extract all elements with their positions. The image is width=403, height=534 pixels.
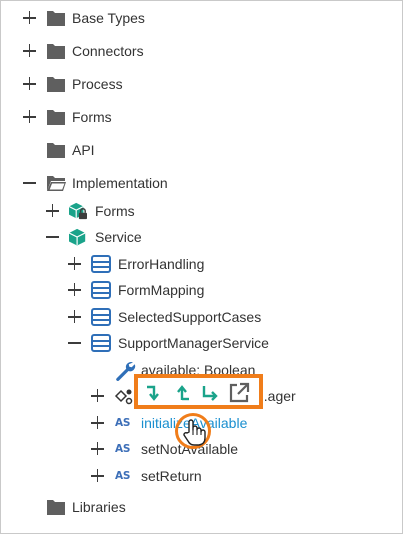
project-tree-panel: Base Types Connectors Process Forms API xyxy=(0,0,403,534)
tree-item-connectors[interactable]: Connectors xyxy=(1,38,402,64)
step-into-icon[interactable] xyxy=(142,381,166,405)
tree-item-libraries[interactable]: Libraries xyxy=(1,494,402,520)
tree-item-label: SelectedSupportCases xyxy=(118,309,262,325)
folder-icon xyxy=(47,44,65,59)
tree-item-selected-support-cases[interactable]: SelectedSupportCases xyxy=(1,304,402,330)
debug-toolbar xyxy=(134,374,263,409)
tree-item-set-return[interactable]: AS setReturn xyxy=(1,463,402,489)
script-icon: AS xyxy=(115,443,131,455)
folder-open-icon xyxy=(47,176,66,191)
step-out-icon[interactable] xyxy=(170,381,194,405)
tree-item-api[interactable]: API xyxy=(1,137,402,163)
tree-item-support-manager-service[interactable]: SupportManagerService xyxy=(1,330,402,356)
expand-icon[interactable] xyxy=(91,416,105,430)
expand-icon[interactable] xyxy=(91,442,105,456)
open-in-new-icon[interactable] xyxy=(227,381,251,405)
locked-package-icon xyxy=(68,202,87,220)
tree-item-impl-forms[interactable]: Forms xyxy=(1,198,402,224)
class-icon xyxy=(91,334,111,352)
tree-item-label: ErrorHandling xyxy=(118,256,205,272)
class-icon xyxy=(91,308,111,326)
collapse-icon[interactable] xyxy=(23,176,37,190)
expand-icon[interactable] xyxy=(91,389,105,403)
expand-icon[interactable] xyxy=(68,283,82,297)
expand-icon[interactable] xyxy=(23,77,37,91)
tree-item-label: API xyxy=(72,142,95,158)
folder-icon xyxy=(47,77,65,92)
package-icon xyxy=(68,228,86,246)
folder-icon xyxy=(47,110,65,125)
expand-icon[interactable] xyxy=(23,110,37,124)
tree-item-label: FormMapping xyxy=(118,282,205,298)
tree-item-base-types[interactable]: Base Types xyxy=(1,5,402,31)
expand-icon[interactable] xyxy=(91,469,105,483)
class-icon xyxy=(91,255,111,273)
folder-icon xyxy=(47,500,65,515)
folder-icon xyxy=(47,11,65,26)
expand-icon[interactable] xyxy=(68,257,82,271)
tree-item-label: Service xyxy=(95,229,142,245)
tree-item-label: Forms xyxy=(72,109,112,125)
tree-item-label: Base Types xyxy=(72,10,145,26)
tree-item-process[interactable]: Process xyxy=(1,71,402,97)
folder-icon xyxy=(47,143,65,158)
script-icon: AS xyxy=(115,470,131,482)
tree-item-label: Connectors xyxy=(72,43,144,59)
step-over-icon[interactable] xyxy=(198,381,222,405)
tree-item-label: Process xyxy=(72,76,123,92)
collapse-icon[interactable] xyxy=(46,230,60,244)
expand-icon[interactable] xyxy=(68,310,82,324)
class-icon xyxy=(91,281,111,299)
tree-item-label: Implementation xyxy=(72,175,168,191)
hand-cursor-icon xyxy=(183,419,206,446)
tree-item-service[interactable]: Service xyxy=(1,224,402,250)
wrench-icon xyxy=(116,362,136,381)
expand-icon[interactable] xyxy=(46,204,60,218)
tree-item-implementation[interactable]: Implementation xyxy=(1,170,402,196)
tree-item-error-handling[interactable]: ErrorHandling xyxy=(1,251,402,277)
tree-item-label: setReturn xyxy=(141,468,202,484)
tree-item-label: Forms xyxy=(95,203,135,219)
tree-item-label: Libraries xyxy=(72,499,126,515)
tree-item-forms[interactable]: Forms xyxy=(1,104,402,130)
collapse-icon[interactable] xyxy=(68,336,82,350)
expand-icon[interactable] xyxy=(23,11,37,25)
expand-icon[interactable] xyxy=(23,44,37,58)
script-icon: AS xyxy=(115,417,131,429)
tree-item-label: SupportManagerService xyxy=(118,335,269,351)
flow-node-icon xyxy=(114,389,133,405)
tree-item-form-mapping[interactable]: FormMapping xyxy=(1,277,402,303)
